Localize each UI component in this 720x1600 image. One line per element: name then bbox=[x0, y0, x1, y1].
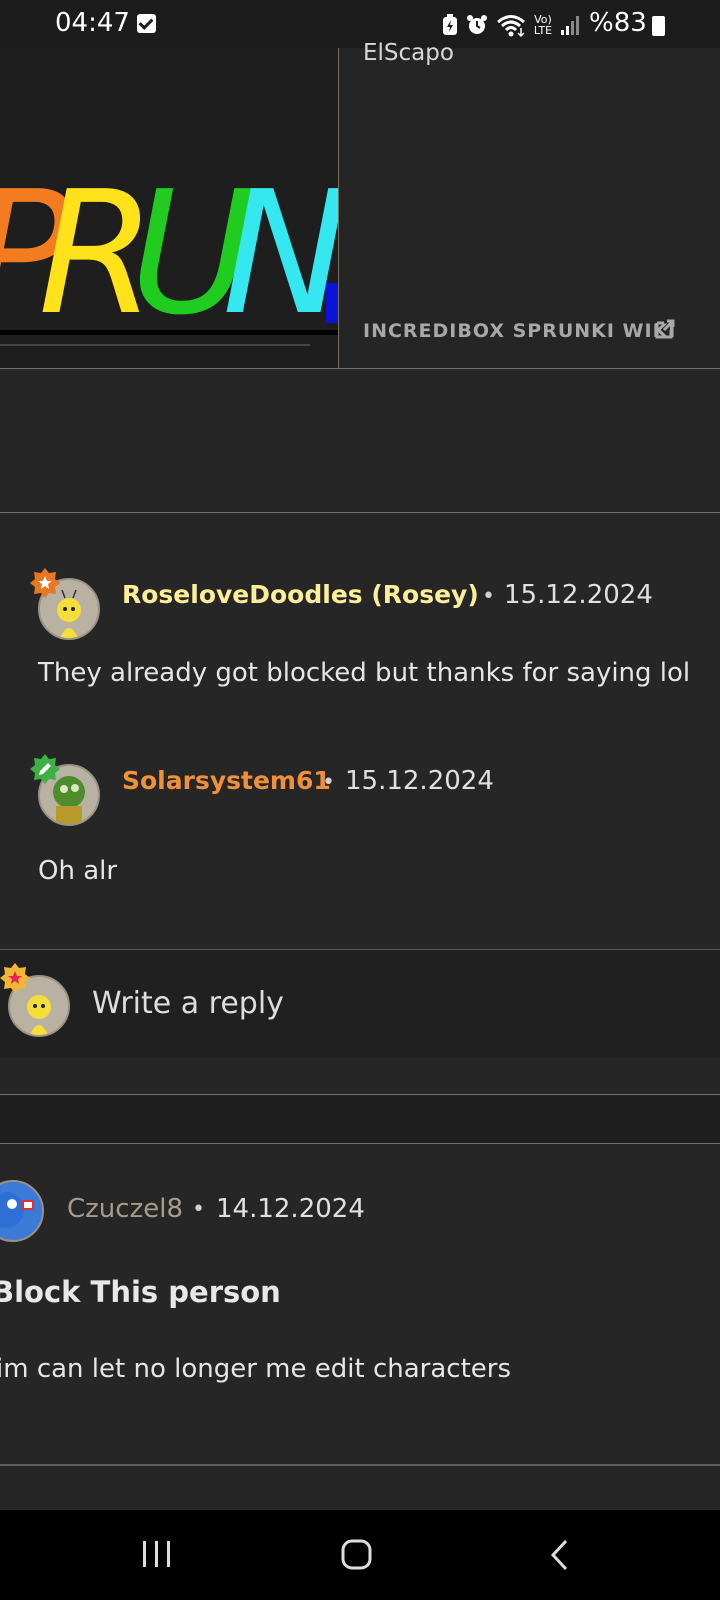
status-time: 04:47 bbox=[55, 8, 130, 38]
volte-icon: Vo) LTE bbox=[533, 13, 553, 37]
username[interactable]: RoseloveDoodles (Rosey) bbox=[122, 580, 479, 609]
pencil-badge-icon bbox=[30, 754, 60, 784]
section-divider bbox=[0, 1057, 720, 1095]
reply-item: RoseloveDoodles (Rosey) • 15.12.2024 The… bbox=[0, 560, 720, 710]
status-bar: 04:47 Vo) LTE %83 bbox=[0, 0, 720, 48]
avatar[interactable] bbox=[0, 1180, 44, 1242]
comment-title: Block This person bbox=[0, 1275, 281, 1309]
battery-icon bbox=[652, 16, 665, 36]
embed-source[interactable]: INCREDIBOX SPRUNKI WIKI bbox=[363, 320, 676, 342]
reply-composer[interactable]: Write a reply bbox=[0, 949, 720, 1059]
external-link-icon[interactable] bbox=[654, 318, 676, 340]
username[interactable]: Solarsystem61 bbox=[122, 766, 331, 795]
star-badge-icon bbox=[30, 568, 60, 598]
post-date: 15.12.2024 bbox=[504, 580, 653, 610]
section-divider bbox=[0, 1095, 720, 1144]
embed-thumbnail[interactable]: P R U N bbox=[0, 48, 339, 368]
battery-percent: %83 bbox=[589, 8, 647, 38]
separator-dot: • bbox=[322, 770, 335, 795]
post-date: 15.12.2024 bbox=[345, 766, 494, 796]
section-divider bbox=[0, 1464, 720, 1466]
separator-dot: • bbox=[482, 584, 495, 609]
comment-header: Czuczel8 • 14.12.2024 bbox=[0, 1170, 720, 1242]
embed-card[interactable]: P R U N ElScapo INCREDIBOX SPRUNKI WIKI bbox=[0, 40, 720, 369]
wifi-icon bbox=[497, 15, 525, 38]
svg-text:N: N bbox=[222, 155, 338, 353]
reply-text: Oh alr bbox=[38, 856, 118, 886]
sprunki-logo-image: P R U N bbox=[0, 155, 338, 353]
reply-input[interactable]: Write a reply bbox=[92, 986, 284, 1021]
back-icon[interactable] bbox=[548, 1538, 572, 1572]
alarm-icon bbox=[467, 15, 487, 34]
reply-item: Solarsystem61 • 15.12.2024 Oh alr bbox=[0, 746, 720, 896]
recent-apps-icon[interactable] bbox=[140, 1538, 174, 1570]
post-date: 14.12.2024 bbox=[216, 1194, 365, 1224]
comment-text: im can let no longer me edit characters bbox=[0, 1354, 511, 1384]
home-icon[interactable] bbox=[340, 1538, 374, 1572]
battery-saver-icon bbox=[443, 14, 457, 35]
star-badge-icon bbox=[0, 963, 30, 993]
navigation-bar bbox=[0, 1510, 720, 1600]
username[interactable]: Czuczel8 bbox=[67, 1194, 183, 1224]
section-divider bbox=[0, 512, 720, 513]
separator-dot: • bbox=[192, 1197, 205, 1222]
reply-text: They already got blocked but thanks for … bbox=[38, 658, 691, 688]
embed-author: ElScapo bbox=[363, 40, 454, 66]
signal-icon bbox=[561, 16, 579, 35]
checkbox-notification-icon bbox=[137, 14, 156, 33]
